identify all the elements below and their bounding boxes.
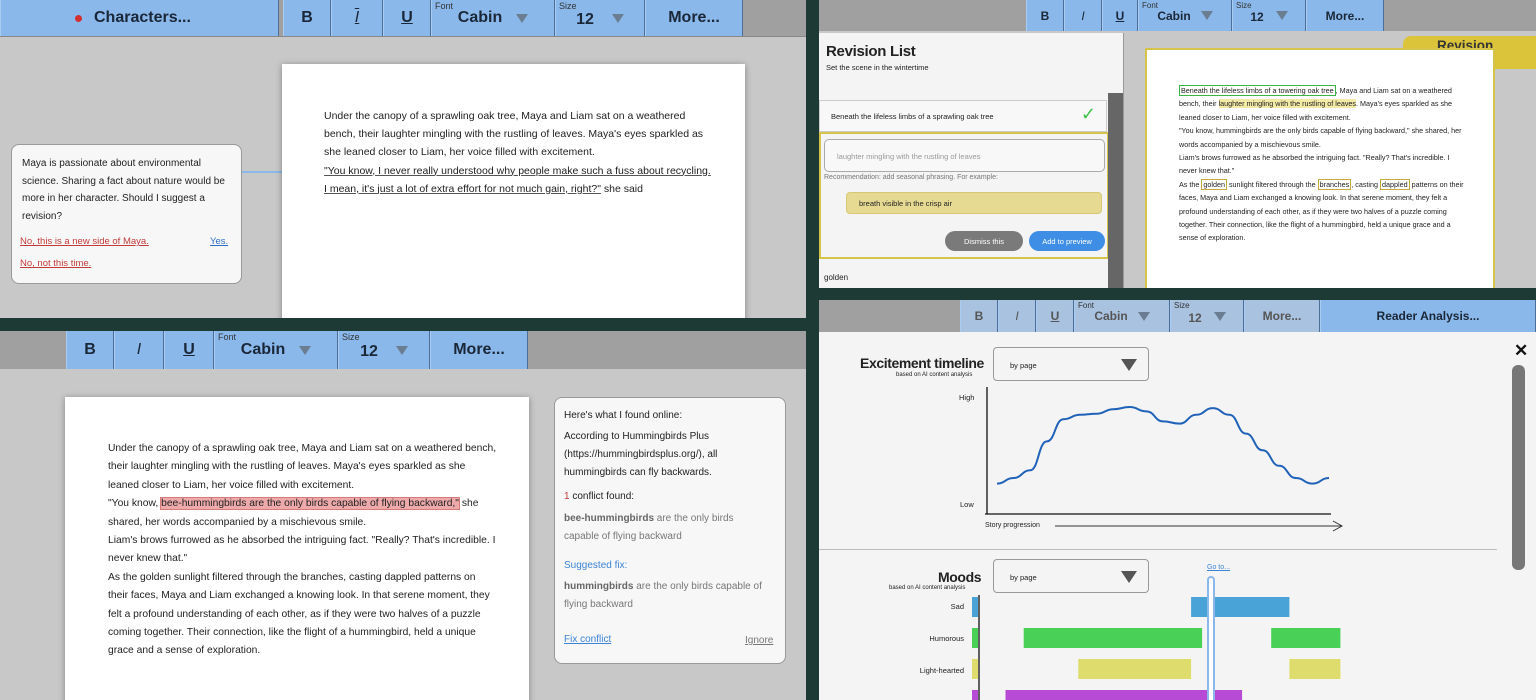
no-not-now-link[interactable]: No, not this time. xyxy=(20,258,91,269)
characters-button[interactable]: Characters... xyxy=(0,0,279,36)
timeline-scrubber[interactable] xyxy=(1207,576,1215,700)
italic-button[interactable]: I xyxy=(1064,0,1102,31)
document-page: Under the canopy of a sprawling oak tree… xyxy=(282,64,745,318)
mood-bar xyxy=(1271,628,1341,648)
mood-swatch xyxy=(972,628,978,648)
mood-swatch xyxy=(972,690,978,700)
font-select[interactable]: Font Cabin xyxy=(1138,0,1232,31)
fact-check-card: Here's what I found online: According to… xyxy=(554,397,786,664)
revision-list-panel: Revision List Set the scene in the winte… xyxy=(819,33,1124,288)
more-button[interactable]: More... xyxy=(430,331,528,369)
go-to-link[interactable]: Go to... xyxy=(1207,564,1230,571)
panel-reader-analysis: B I U Font Cabin Size 12 More... Reader … xyxy=(819,300,1536,700)
size-select[interactable]: Size 12 xyxy=(555,0,645,36)
chevron-down-icon xyxy=(395,345,408,355)
revision-preview-page: Beneath the lifeless limbs of a towering… xyxy=(1145,48,1495,288)
preview-text: Beneath the lifeless limbs of a towering… xyxy=(1179,85,1464,243)
underline-button[interactable]: U xyxy=(164,331,214,369)
font-select[interactable]: Font Cabin xyxy=(214,331,338,369)
example-chip[interactable]: breath visible in the crisp air xyxy=(846,192,1102,214)
chevron-down-icon xyxy=(1200,11,1213,20)
no-new-side-link[interactable]: No, this is a new side of Maya. xyxy=(20,236,149,247)
toolbar: B I U Font Cabin Size 12 More... xyxy=(0,331,806,369)
dismiss-button[interactable]: Dismiss this xyxy=(945,231,1023,251)
conflict-highlight[interactable]: bee-hummingbirds are the only birds capa… xyxy=(160,497,460,511)
scrollbar[interactable] xyxy=(1108,93,1123,288)
revision-item-1[interactable]: Beneath the lifeless limbs of a sprawlin… xyxy=(819,100,1107,132)
character-suggestion-card: Maya is passionate about environmental s… xyxy=(11,144,242,284)
more-button[interactable]: More... xyxy=(645,0,743,36)
mood-swatch xyxy=(972,659,978,679)
ignore-link[interactable]: Ignore xyxy=(745,635,773,646)
size-select[interactable]: Size 12 xyxy=(1232,0,1306,31)
red-dot-icon xyxy=(75,14,82,22)
bold-button[interactable]: B xyxy=(283,0,331,36)
add-to-preview-button[interactable]: Add to preview xyxy=(1029,231,1105,251)
panel-fact-check: B I U Font Cabin Size 12 More... Under t… xyxy=(0,331,806,700)
revision-input[interactable]: laughter mingling with the rustling of l… xyxy=(824,139,1105,172)
toolbar: B I U Font Cabin Size 12 More... xyxy=(819,0,1536,31)
yes-link[interactable]: Yes. xyxy=(210,236,228,247)
bold-button[interactable]: B xyxy=(66,331,114,369)
mood-bar xyxy=(1023,628,1203,648)
chevron-down-icon xyxy=(516,13,529,23)
panel-revision: B I U Font Cabin Size 12 More... Revisio… xyxy=(819,0,1536,288)
mood-bar xyxy=(1078,659,1192,679)
chevron-down-icon xyxy=(611,13,624,23)
more-button[interactable]: More... xyxy=(1306,0,1384,31)
highlighted-quote[interactable]: "You know, I never really understood why… xyxy=(324,165,711,195)
mood-swatch xyxy=(972,597,978,617)
document-text: Under the canopy of a sprawling oak tree… xyxy=(324,110,711,195)
italic-button[interactable]: I xyxy=(331,0,383,36)
bold-button[interactable]: B xyxy=(1026,0,1064,31)
fix-conflict-link[interactable]: Fix conflict xyxy=(564,634,611,645)
conflict-count: 1 conflict found: xyxy=(564,491,635,502)
revision-list-title: Revision List xyxy=(826,43,916,60)
revision-list-subtitle: Set the scene in the wintertime xyxy=(826,63,929,72)
font-select[interactable]: Font Cabin xyxy=(431,0,555,36)
panel-characters: Characters... B I U Font Cabin Size 12 M… xyxy=(0,0,806,318)
revision-item-3[interactable]: golden xyxy=(824,273,848,282)
italic-button[interactable]: I xyxy=(114,331,164,369)
underline-button[interactable]: U xyxy=(1102,0,1138,31)
underline-button[interactable]: U xyxy=(383,0,431,36)
mood-bar xyxy=(1191,597,1290,617)
size-select[interactable]: Size 12 xyxy=(338,331,430,369)
revision-item-2: laughter mingling with the rustling of l… xyxy=(819,132,1109,259)
mood-bar xyxy=(1289,659,1341,679)
document-text: Under the canopy of a sprawling oak tree… xyxy=(108,443,497,657)
check-icon: ✓ xyxy=(1080,104,1096,124)
moods-chart xyxy=(972,595,1341,700)
toolbar: Characters... B I U Font Cabin Size 12 M… xyxy=(0,0,806,37)
document-page: Under the canopy of a sprawling oak tree… xyxy=(65,397,529,700)
chevron-down-icon xyxy=(1275,11,1288,20)
chevron-down-icon xyxy=(299,345,312,355)
